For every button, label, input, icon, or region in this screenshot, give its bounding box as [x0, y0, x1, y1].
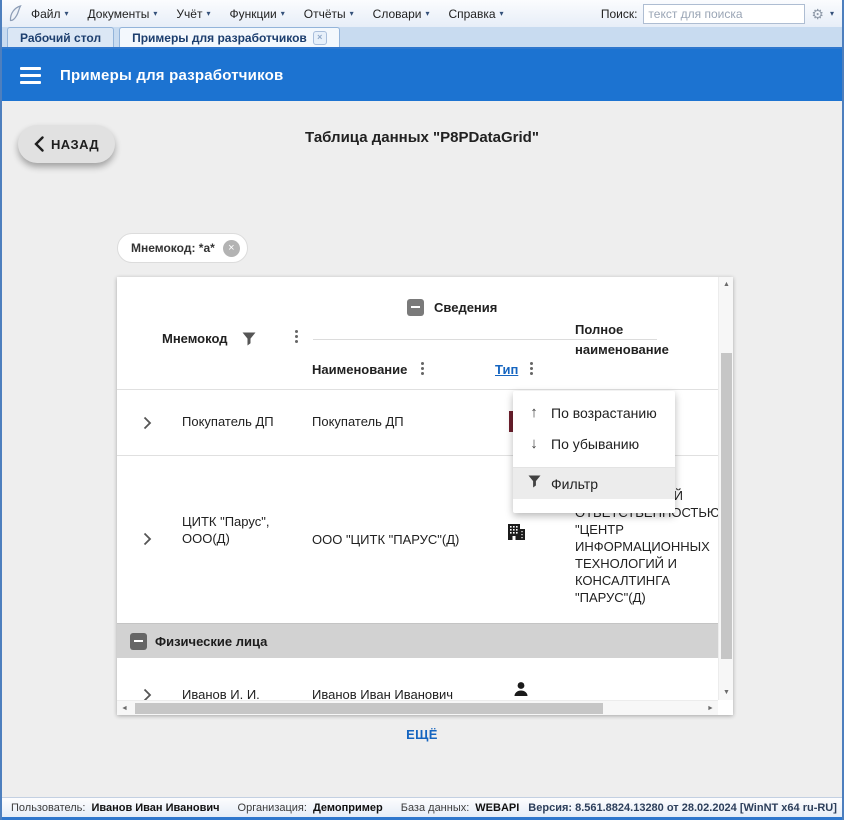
- menu-item-label: По убыванию: [551, 436, 639, 452]
- horizontal-scrollbar[interactable]: ◄ ►: [117, 700, 718, 715]
- statusbar: Пользователь: Иванов Иван Иванович Орган…: [2, 797, 842, 818]
- column-header-name[interactable]: Наименование: [312, 362, 407, 377]
- quill-logo-icon: [8, 5, 23, 22]
- hamburger-menu-icon[interactable]: [20, 67, 41, 84]
- menu-item-label: Функции: [229, 7, 276, 21]
- statusbar-database: База данных: WEBAPI: [392, 802, 529, 814]
- search-label: Поиск:: [601, 7, 638, 21]
- search-input[interactable]: [643, 4, 805, 24]
- menu-item-label: По возрастанию: [551, 405, 657, 421]
- caret-down-icon: ▾: [206, 10, 210, 18]
- column-header-mnemo[interactable]: Мнемокод: [162, 331, 227, 346]
- kebab-menu-icon-mnemo[interactable]: [293, 328, 300, 345]
- menu-item-reports[interactable]: Отчёты ▾: [304, 7, 354, 21]
- horizontal-scrollbar-thumb[interactable]: [135, 703, 603, 714]
- tabbar: Рабочий стол Примеры для разработчиков ×: [2, 27, 842, 49]
- more-button[interactable]: ЕЩЁ: [2, 727, 842, 742]
- cell-mnemo[interactable]: ЦИТК "Парус", ООО(Д): [182, 513, 294, 547]
- database-label: База данных:: [401, 802, 470, 814]
- menu-item-functions[interactable]: Функции ▾: [229, 7, 284, 21]
- menu-item-label: Документы: [88, 7, 150, 21]
- filter-chip-label: Мнемокод: *а*: [131, 241, 215, 255]
- scroll-left-icon[interactable]: ◄: [117, 701, 132, 716]
- caret-down-icon: ▾: [350, 10, 354, 18]
- database-value: WEBAPI: [475, 802, 519, 814]
- menu-item-accounting[interactable]: Учёт ▾: [176, 7, 210, 21]
- vertical-scrollbar-thumb[interactable]: [721, 353, 732, 659]
- organization-value: Демопример: [313, 802, 383, 814]
- caret-down-icon: ▾: [281, 10, 285, 18]
- expand-row-icon[interactable]: [143, 416, 152, 435]
- cell-mnemo[interactable]: Покупатель ДП: [182, 414, 274, 429]
- menu-item-label: Отчёты: [304, 7, 346, 21]
- organization-label: Организация:: [238, 802, 307, 814]
- group-header-svedeniya: Сведения: [407, 299, 497, 316]
- menu-item-label: Фильтр: [551, 476, 598, 492]
- column-header-type-link[interactable]: Тип: [495, 362, 518, 377]
- kebab-menu-icon-name[interactable]: [419, 360, 426, 377]
- user-value: Иванов Иван Иванович: [91, 802, 219, 814]
- collapse-group-icon[interactable]: [407, 299, 424, 316]
- remove-filter-icon[interactable]: ×: [223, 240, 240, 257]
- cell-name[interactable]: ООО "ЦИТК "ПАРУС"(Д): [312, 532, 487, 547]
- filter-funnel-icon[interactable]: [242, 332, 256, 351]
- person-icon: [513, 681, 529, 702]
- tab-developer-examples[interactable]: Примеры для разработчиков ×: [119, 27, 340, 47]
- expand-row-icon[interactable]: [143, 532, 152, 551]
- building-icon: [507, 524, 526, 545]
- app-header-title: Примеры для разработчиков: [60, 67, 283, 84]
- cell-name[interactable]: Покупатель ДП: [312, 414, 404, 429]
- main-content: НАЗАД Таблица данных "P8PDataGrid" Мнемо…: [2, 101, 842, 797]
- app-header: Примеры для разработчиков: [2, 49, 842, 101]
- scroll-down-icon[interactable]: ▼: [719, 685, 734, 700]
- caret-down-icon: ▾: [500, 10, 504, 18]
- filter-chip[interactable]: Мнемокод: *а* ×: [117, 233, 248, 263]
- menu-item-documents[interactable]: Документы▾: [88, 7, 158, 21]
- user-label: Пользователь:: [11, 802, 85, 814]
- tab-label: Рабочий стол: [20, 31, 101, 45]
- gear-icon[interactable]: ⚙: [811, 7, 824, 21]
- vertical-scrollbar[interactable]: ▲ ▼: [718, 277, 733, 700]
- collapse-section-icon[interactable]: [130, 633, 147, 650]
- sort-dropdown-menu: ↑ По возрастанию ↓ По убыванию Фильтр: [513, 391, 675, 513]
- menu-item-dictionaries[interactable]: Словари▾: [373, 7, 430, 21]
- arrow-down-icon: ↓: [527, 435, 541, 452]
- page-title: Таблица данных "P8PDataGrid": [2, 129, 842, 146]
- column-header-fullname[interactable]: Полное наименование: [575, 320, 720, 360]
- application-window: Файл▾ Документы▾ Учёт▾ Функции▾ Отчёты▾ …: [0, 0, 844, 820]
- scroll-up-icon[interactable]: ▲: [719, 277, 734, 292]
- menu-item-help[interactable]: Справка ▾: [448, 7, 503, 21]
- caret-down-icon: ▾: [65, 10, 69, 18]
- row-divider: [117, 389, 718, 390]
- statusbar-organization: Организация: Демопример: [229, 802, 392, 814]
- menu-item-sort-ascending[interactable]: ↑ По возрастанию: [513, 397, 675, 428]
- group-header-label: Сведения: [434, 300, 497, 315]
- section-header-label: Физические лица: [155, 634, 267, 649]
- search-area: Поиск: ⚙ ▾: [601, 4, 842, 24]
- close-tab-icon[interactable]: ×: [313, 31, 327, 45]
- menu-item-sort-descending[interactable]: ↓ По убыванию: [513, 428, 675, 459]
- kebab-menu-icon-type[interactable]: [528, 360, 535, 377]
- arrow-up-icon: ↑: [527, 404, 541, 421]
- caret-down-icon[interactable]: ▾: [830, 10, 834, 18]
- tab-label: Примеры для разработчиков: [132, 31, 307, 45]
- menu-item-label: Учёт: [176, 7, 202, 21]
- statusbar-user: Пользователь: Иванов Иван Иванович: [2, 802, 229, 814]
- filter-funnel-icon: [527, 475, 541, 492]
- scroll-right-icon[interactable]: ►: [703, 701, 718, 716]
- menu-item-file[interactable]: Файл ▾: [31, 7, 69, 21]
- section-header-individuals[interactable]: Физические лица: [117, 623, 718, 658]
- version-text: Версия: 8.561.8824.13280 от 28.02.2024 […: [528, 802, 844, 814]
- menubar: Файл▾ Документы▾ Учёт▾ Функции▾ Отчёты▾ …: [2, 0, 842, 28]
- menu-item-label: Справка: [448, 7, 495, 21]
- tab-desktop[interactable]: Рабочий стол: [7, 27, 114, 47]
- menu-item-filter[interactable]: Фильтр: [513, 468, 675, 499]
- caret-down-icon: ▾: [425, 10, 429, 18]
- caret-down-icon: ▾: [153, 10, 157, 18]
- menu-item-label: Словари: [373, 7, 422, 21]
- menu-item-label: Файл: [31, 7, 61, 21]
